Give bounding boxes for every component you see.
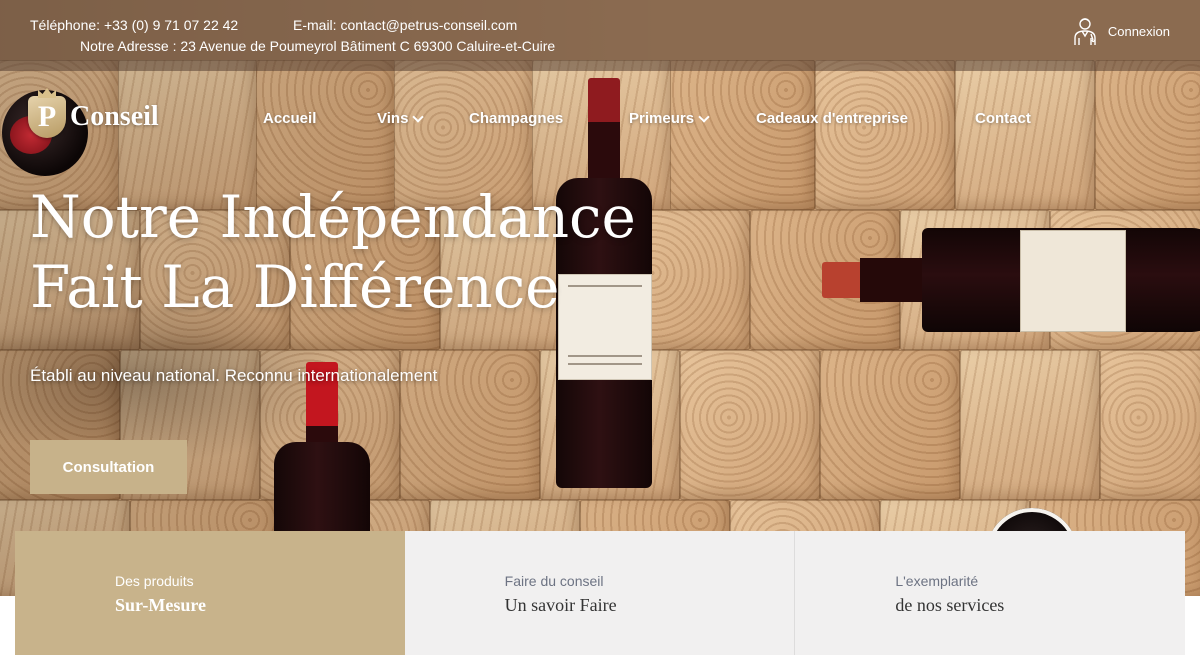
logo-wordmark: Conseil [70,101,159,132]
postal-address: Notre Adresse : 23 Avenue de Poumeyrol B… [80,38,556,54]
logo-crest: P [28,96,66,138]
login-label: Connexion [1107,23,1170,39]
nav-item-contact[interactable]: Contact [975,110,1031,127]
card-heading: Un savoir Faire [504,595,617,615]
hero-subtitle: Établi au niveau national. Reconnu inter… [30,366,438,385]
nav-item-champagnes[interactable]: Champagnes [469,110,563,127]
nav-item-vins[interactable]: Vins [377,110,425,127]
nav-label: Contact [975,110,1031,127]
nav-label: Champagnes [469,110,564,127]
hero-title-line-2: Fait La Différence [30,253,560,321]
hero-title-line-1: Notre Indépendance [30,183,636,251]
chevron-down-icon [698,110,710,123]
email-address[interactable]: E-mail: contact@petrus-conseil.com [293,17,517,33]
card-heading: Sur-Mesure [115,595,206,615]
site-logo[interactable]: P Conseil [28,88,159,142]
nav-item-primeurs[interactable]: Primeurs [629,110,710,127]
card-kicker: Des produits [115,573,194,589]
nav-label: Accueil [263,110,317,127]
hero-title: Notre Indépendance Fait La Différence [30,182,636,322]
feature-cards: Des produits Sur-Mesure Faire du conseil… [15,531,1186,655]
nav-item-accueil[interactable]: Accueil [263,110,316,127]
lying-wine-bottle [822,228,1200,332]
feature-card-products: Des produits Sur-Mesure [15,531,405,655]
chevron-down-icon [412,110,425,123]
feature-card-services: L'exemplarité de nos services [795,531,1186,655]
nav-label: Cadeaux d'entreprise [756,110,908,127]
sommelier-icon [1070,16,1100,46]
nav-label: Primeurs [629,110,695,127]
consultation-button[interactable]: Consultation [30,440,187,494]
login-link[interactable]: Connexion [1070,14,1170,48]
feature-card-consulting: Faire du conseil Un savoir Faire [404,531,796,655]
nav-item-cadeaux[interactable]: Cadeaux d'entreprise [756,110,908,127]
card-heading: de nos services [895,595,1005,615]
phone-number: Téléphone: +33 (0) 9 71 07 22 42 [30,17,239,33]
contact-topbar: Téléphone: +33 (0) 9 71 07 22 42 E-mail:… [0,0,1200,71]
card-kicker: L'exemplarité [895,573,979,589]
card-kicker: Faire du conseil [504,573,604,589]
nav-label: Vins [377,110,409,127]
